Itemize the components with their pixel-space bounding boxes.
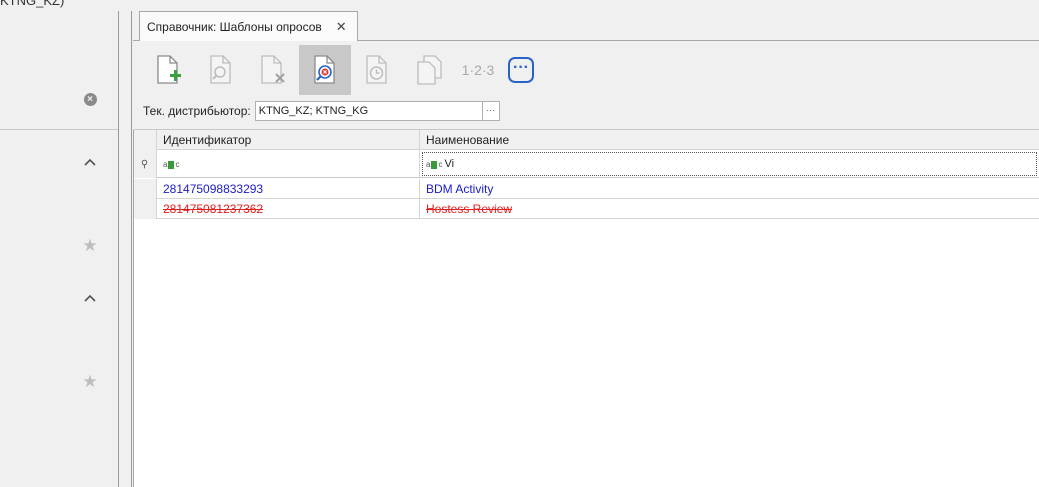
clear-icon[interactable]: × [82,91,98,107]
history-button[interactable] [351,45,403,95]
filter-value: Vi [444,158,455,170]
filter-cell-name[interactable]: a c Vi [420,150,1039,178]
row-indicator-header [133,130,157,150]
grid-left-border [133,130,134,487]
cell-id[interactable]: 281475081237362 [157,199,420,219]
document-filter-icon [314,55,335,84]
pin-icon: ⚲ [140,159,149,170]
filter-row: ⚲ ac a c Vi [133,150,1039,178]
distributor-filter: Тек. дистрибьютор: KTNG_KZ; KTNG_KG ··· [143,101,500,121]
view-document-button[interactable] [195,45,247,95]
numbering-button[interactable]: 1·2·3 [455,45,501,95]
text-filter-icon: ac [163,160,180,169]
distributor-input[interactable]: KTNG_KZ; KTNG_KG [254,101,483,121]
document-copy-icon [417,55,442,85]
column-header-id[interactable]: Идентификатор [157,130,420,150]
close-icon[interactable]: ✕ [336,19,347,35]
table-row[interactable]: 281475081237362 Hostess Review [133,199,1039,219]
table-row[interactable]: 281475098833293 BDM Activity [133,179,1039,199]
app-window: KTNG_KZ) × ★ ★ Справочник: Шаблоны опрос… [0,0,1039,487]
left-panel-divider [0,129,118,130]
filter-cell-id[interactable]: ac [157,150,420,178]
add-document-button[interactable] [143,45,195,95]
document-add-icon [157,55,181,84]
distributor-browse-button[interactable]: ··· [482,101,500,121]
text-filter-icon: ac [426,160,443,169]
left-panel: KTNG_KZ) × ★ ★ [0,0,118,487]
star-icon[interactable]: ★ [82,372,98,391]
chevron-up-icon[interactable] [82,290,98,306]
chevron-up-icon[interactable] [82,154,98,170]
star-icon[interactable]: ★ [82,236,98,255]
row-indicator [133,199,157,219]
column-header-name[interactable]: Наименование [420,130,1039,150]
panel-splitter[interactable] [118,11,132,487]
tab-label: Справочник: Шаблоны опросов [147,19,322,34]
cell-name[interactable]: Hostess Review [420,199,1039,219]
document-search-icon [210,55,231,84]
document-clock-icon [366,55,387,84]
tab-survey-templates[interactable]: Справочник: Шаблоны опросов ✕ [139,11,358,41]
filter-document-button[interactable] [299,45,351,95]
document-delete-icon [261,55,285,84]
data-grid: Идентификатор Наименование ⚲ ac a c Vi 281… [133,129,1039,487]
cell-name[interactable]: BDM Activity [420,179,1039,199]
document-area: Справочник: Шаблоны опросов ✕ 1·2·3 ··· … [133,0,1039,487]
grid-header: Идентификатор Наименование [133,130,1039,150]
cell-id[interactable]: 281475098833293 [157,179,420,199]
filter-row-indicator: ⚲ [133,150,157,178]
row-indicator [133,179,157,199]
copy-document-button[interactable] [403,45,455,95]
more-icon: ··· [508,57,534,83]
more-options-button[interactable]: ··· [501,45,541,95]
distributor-label: Тек. дистрибьютор: [143,104,251,118]
left-panel-title: KTNG_KZ) [0,0,65,8]
delete-document-button[interactable] [247,45,299,95]
toolbar: 1·2·3 ··· [143,45,541,95]
